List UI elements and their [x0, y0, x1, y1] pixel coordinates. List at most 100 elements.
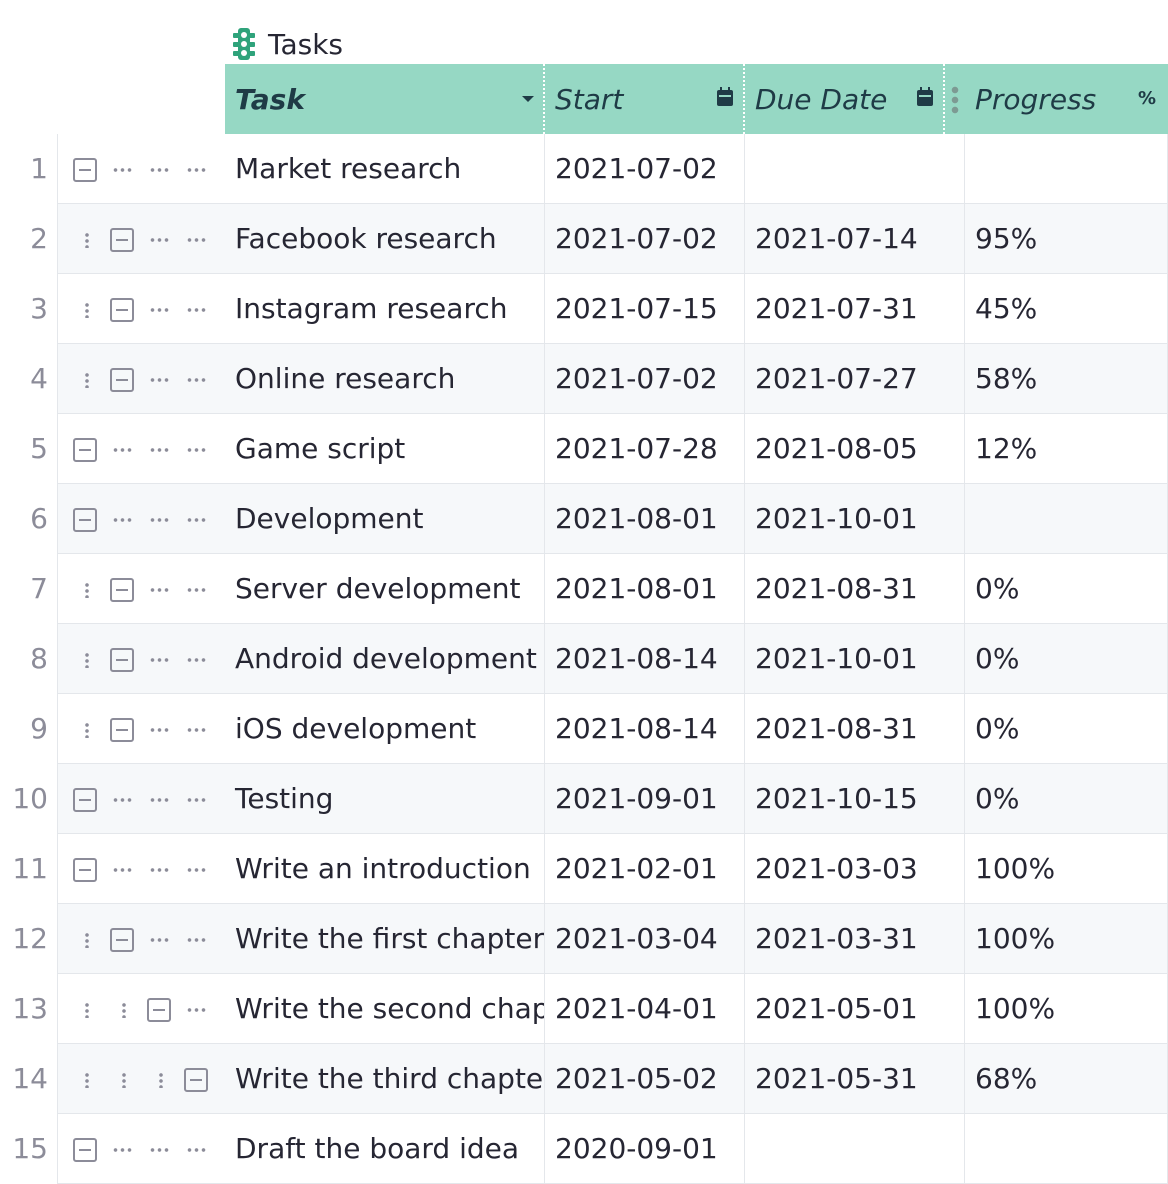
- cell-task[interactable]: Online research: [225, 344, 545, 414]
- collapse-icon[interactable]: [147, 998, 171, 1022]
- cell-task[interactable]: Write the first chapter: [225, 904, 545, 974]
- row-number[interactable]: 8: [0, 624, 48, 694]
- row-number[interactable]: 12: [0, 904, 48, 974]
- cell-due[interactable]: [745, 1114, 965, 1184]
- cell-due[interactable]: 2021-05-31: [745, 1044, 965, 1114]
- cell-progress[interactable]: 0%: [965, 624, 1168, 694]
- cell-progress[interactable]: 0%: [965, 554, 1168, 624]
- table-row[interactable]: 8 Android development 2021-08-14 2021-10-01…: [0, 624, 1168, 694]
- row-number[interactable]: 13: [0, 974, 48, 1044]
- cell-start[interactable]: 2021-05-02: [545, 1044, 745, 1114]
- cell-progress[interactable]: 0%: [965, 694, 1168, 764]
- cell-due[interactable]: 2021-10-15: [745, 764, 965, 834]
- table-row[interactable]: 9 iOS development 2021-08-14 2021-08-31 0%: [0, 694, 1168, 764]
- cell-start[interactable]: 2021-07-28: [545, 414, 745, 484]
- collapse-icon[interactable]: [73, 1138, 97, 1162]
- cell-start[interactable]: 2021-04-01: [545, 974, 745, 1044]
- cell-task[interactable]: iOS development: [225, 694, 545, 764]
- cell-due[interactable]: 2021-10-01: [745, 484, 965, 554]
- cell-start[interactable]: 2021-07-02: [545, 204, 745, 274]
- cell-due[interactable]: 2021-07-27: [745, 344, 965, 414]
- table-row[interactable]: 3 Instagram research 2021-07-15 2021-07-31 4…: [0, 274, 1168, 344]
- collapse-icon[interactable]: [73, 858, 97, 882]
- row-number[interactable]: 9: [0, 694, 48, 764]
- cell-start[interactable]: 2021-03-04: [545, 904, 745, 974]
- collapse-icon[interactable]: [73, 788, 97, 812]
- column-header-progress[interactable]: Progress %: [965, 64, 1168, 134]
- row-number[interactable]: 11: [0, 834, 48, 904]
- cell-task[interactable]: Write an introduction: [225, 834, 545, 904]
- cell-start[interactable]: 2021-07-15: [545, 274, 745, 344]
- collapse-icon[interactable]: [110, 368, 134, 392]
- cell-start[interactable]: 2021-08-14: [545, 624, 745, 694]
- table-row[interactable]: 7 Server development 2021-08-01 2021-08-31 0…: [0, 554, 1168, 624]
- row-number[interactable]: 1: [0, 134, 48, 204]
- table-row[interactable]: 5 Game script 2021-07-28 2021-08-05 12%: [0, 414, 1168, 484]
- cell-task[interactable]: Market research: [225, 134, 545, 204]
- table-row[interactable]: 12 Write the first chapter 2021-03-04 2021-…: [0, 904, 1168, 974]
- table-row[interactable]: 2 Facebook research 2021-07-02 2021-07-14 95…: [0, 204, 1168, 274]
- cell-task[interactable]: Write the second chapter: [225, 974, 545, 1044]
- cell-progress[interactable]: 100%: [965, 974, 1168, 1044]
- cell-due[interactable]: 2021-10-01: [745, 624, 965, 694]
- table-row[interactable]: 1 Market research 2021-07-02: [0, 134, 1168, 204]
- table-row[interactable]: 10 Testing 2021-09-01 2021-10-15 0%: [0, 764, 1168, 834]
- column-header-task[interactable]: Task: [225, 64, 545, 134]
- cell-task[interactable]: Development: [225, 484, 545, 554]
- cell-progress[interactable]: 95%: [965, 204, 1168, 274]
- collapse-icon[interactable]: [110, 298, 134, 322]
- row-number[interactable]: 14: [0, 1044, 48, 1114]
- row-number[interactable]: 10: [0, 764, 48, 834]
- cell-progress[interactable]: 58%: [965, 344, 1168, 414]
- row-number[interactable]: 3: [0, 274, 48, 344]
- cell-task[interactable]: Instagram research: [225, 274, 545, 344]
- collapse-icon[interactable]: [110, 228, 134, 252]
- cell-task[interactable]: Draft the board idea: [225, 1114, 545, 1184]
- dropdown-caret-icon[interactable]: [521, 94, 535, 104]
- cell-progress[interactable]: 100%: [965, 904, 1168, 974]
- cell-due[interactable]: 2021-05-01: [745, 974, 965, 1044]
- row-number[interactable]: 5: [0, 414, 48, 484]
- cell-start[interactable]: 2021-07-02: [545, 344, 745, 414]
- table-row[interactable]: 13 Write the second chapter2021-04-012021…: [0, 974, 1168, 1044]
- cell-start[interactable]: 2021-07-02: [545, 134, 745, 204]
- cell-progress[interactable]: 100%: [965, 834, 1168, 904]
- table-row[interactable]: 6 Development 2021-08-01 2021-10-01: [0, 484, 1168, 554]
- cell-progress[interactable]: 45%: [965, 274, 1168, 344]
- cell-progress[interactable]: 12%: [965, 414, 1168, 484]
- cell-due[interactable]: 2021-07-14: [745, 204, 965, 274]
- cell-start[interactable]: 2021-08-01: [545, 484, 745, 554]
- collapse-icon[interactable]: [184, 1068, 208, 1092]
- cell-due[interactable]: 2021-08-31: [745, 694, 965, 764]
- cell-due[interactable]: 2021-07-31: [745, 274, 965, 344]
- table-row[interactable]: 11 Write an introduction 2021-02-01 2021-03…: [0, 834, 1168, 904]
- collapse-icon[interactable]: [110, 648, 134, 672]
- column-header-start[interactable]: Start: [545, 64, 745, 134]
- cell-due[interactable]: 2021-08-31: [745, 554, 965, 624]
- collapse-icon[interactable]: [73, 158, 97, 182]
- cell-task[interactable]: Game script: [225, 414, 545, 484]
- row-number[interactable]: 4: [0, 344, 48, 414]
- row-number[interactable]: 2: [0, 204, 48, 274]
- cell-due[interactable]: 2021-08-05: [745, 414, 965, 484]
- cell-progress[interactable]: [965, 134, 1168, 204]
- collapse-icon[interactable]: [73, 438, 97, 462]
- collapse-icon[interactable]: [110, 718, 134, 742]
- cell-start[interactable]: 2021-08-14: [545, 694, 745, 764]
- table-row[interactable]: 15 Draft the board idea 2020-09-01: [0, 1114, 1168, 1184]
- cell-due[interactable]: 2021-03-03: [745, 834, 965, 904]
- collapse-icon[interactable]: [110, 928, 134, 952]
- row-number[interactable]: 15: [0, 1114, 48, 1184]
- cell-due[interactable]: 2021-03-31: [745, 904, 965, 974]
- cell-start[interactable]: 2020-09-01: [545, 1114, 745, 1184]
- collapse-icon[interactable]: [110, 578, 134, 602]
- cell-due[interactable]: [745, 134, 965, 204]
- column-header-due[interactable]: Due Date: [745, 64, 945, 134]
- cell-progress[interactable]: 68%: [965, 1044, 1168, 1114]
- cell-progress[interactable]: [965, 1114, 1168, 1184]
- collapse-icon[interactable]: [73, 508, 97, 532]
- cell-progress[interactable]: [965, 484, 1168, 554]
- cell-start[interactable]: 2021-02-01: [545, 834, 745, 904]
- cell-task[interactable]: Testing: [225, 764, 545, 834]
- cell-task[interactable]: Server development: [225, 554, 545, 624]
